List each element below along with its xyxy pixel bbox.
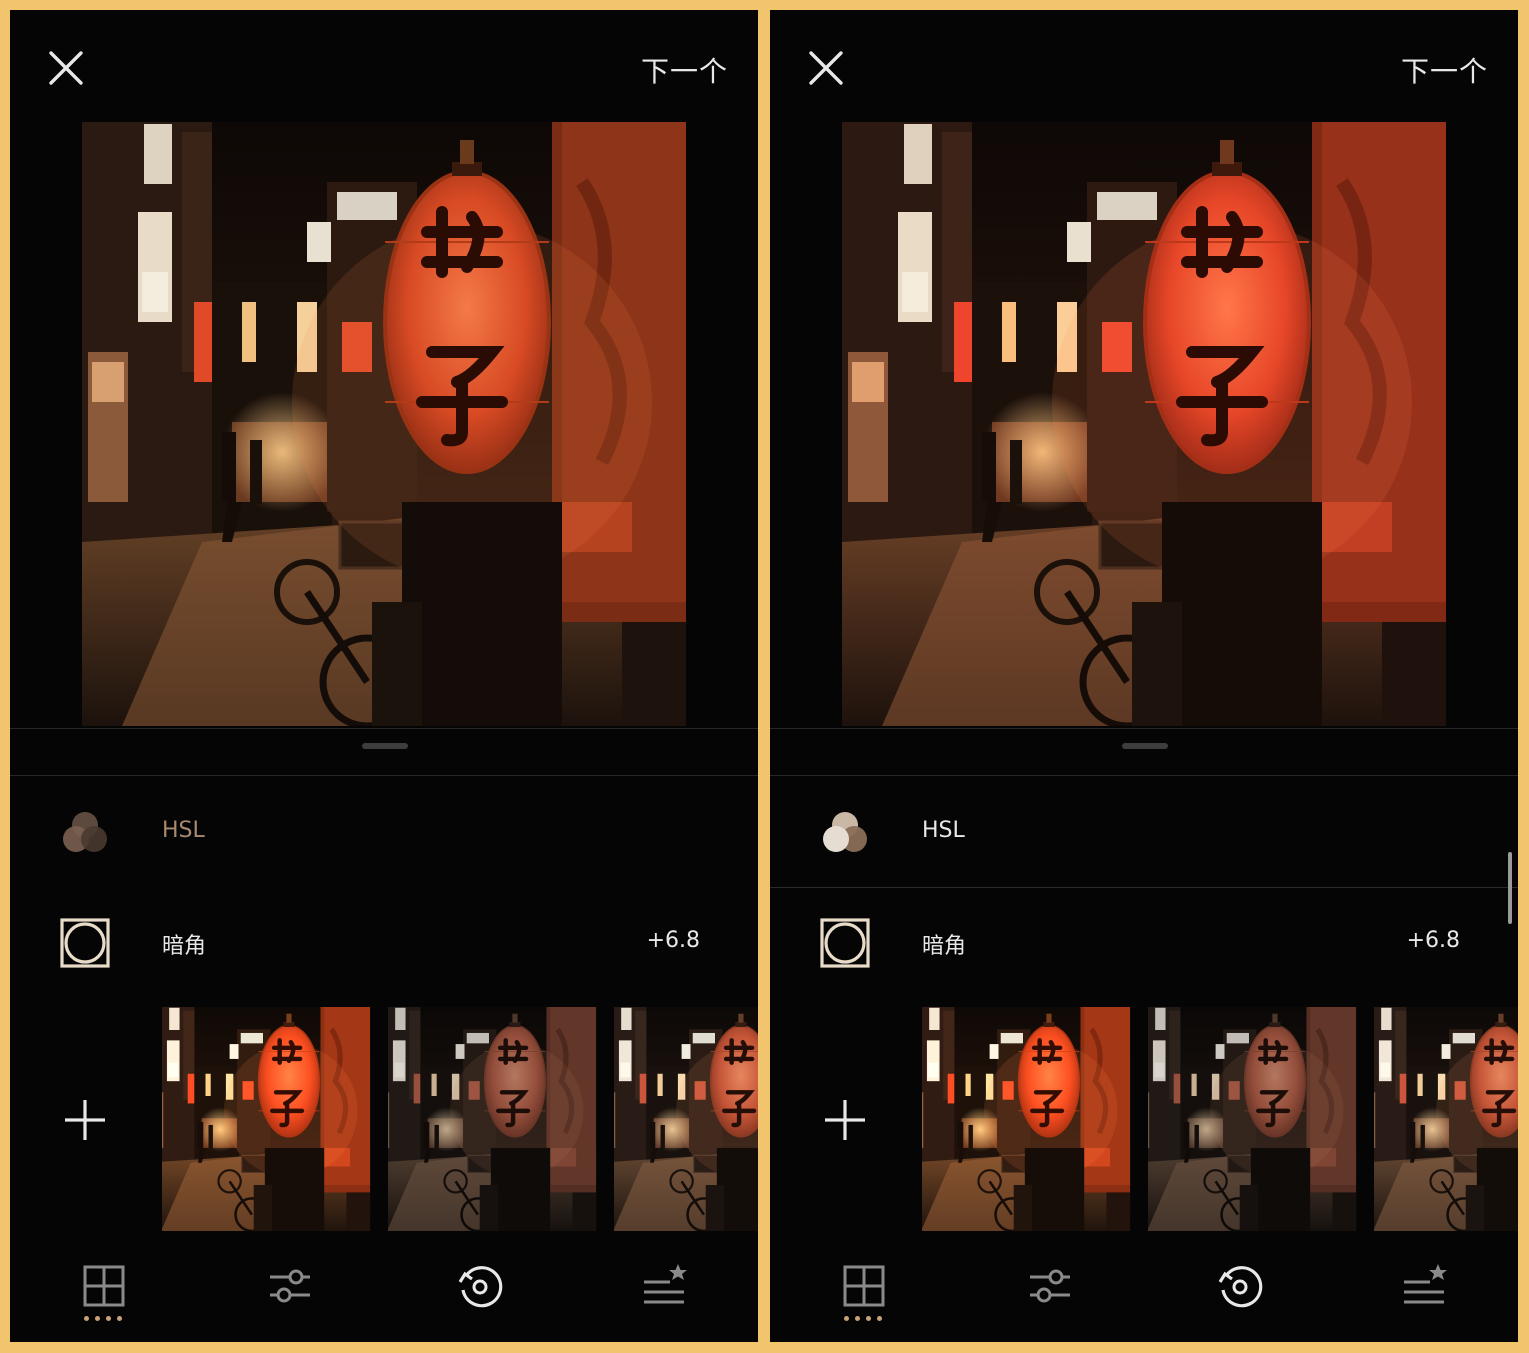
tool-value: +6.8 (646, 928, 700, 953)
tool-row-hsl[interactable]: HSL (770, 778, 1518, 888)
close-icon[interactable] (46, 48, 86, 88)
panel-divider (10, 728, 758, 729)
tool-value: +6.8 (1406, 928, 1460, 953)
presets-grid-icon[interactable] (80, 1262, 128, 1310)
vignette-icon (60, 918, 110, 968)
panel-divider (770, 728, 1518, 729)
preset-thumbnail[interactable] (614, 1007, 758, 1231)
preset-thumbnail[interactable] (388, 1007, 610, 1231)
presets-grid-icon[interactable] (840, 1262, 888, 1310)
close-icon[interactable] (806, 48, 846, 88)
page-dots (84, 1316, 122, 1321)
next-button[interactable]: 下一个 (641, 50, 728, 90)
tool-label: 暗角 (922, 934, 967, 959)
editor-screen-right: 下一个 HSL 暗角 +6.8 (770, 10, 1518, 1342)
tool-label: 暗角 (162, 934, 207, 959)
editor-screen-left: 下一个 HSL 暗角 +6.8 (10, 10, 758, 1342)
adjust-sliders-icon[interactable] (1026, 1262, 1074, 1310)
recipes-icon[interactable] (640, 1262, 688, 1310)
panel-divider (770, 775, 1518, 776)
plus-icon[interactable] (60, 1095, 110, 1145)
preset-thumbnails (162, 1007, 758, 1231)
tool-row-hsl[interactable]: HSL (10, 778, 758, 888)
drawer-handle[interactable] (362, 743, 408, 749)
tool-row-vignette[interactable]: 暗角 +6.8 (10, 888, 758, 998)
panel-divider (10, 775, 758, 776)
history-icon[interactable] (1216, 1262, 1264, 1310)
page-dots (844, 1316, 882, 1321)
scrollbar[interactable] (1508, 852, 1512, 924)
plus-icon[interactable] (820, 1095, 870, 1145)
photo-preview (82, 122, 686, 726)
preset-thumbnail[interactable] (922, 1007, 1144, 1231)
next-button[interactable]: 下一个 (1401, 50, 1488, 90)
tool-row-vignette[interactable]: 暗角 +6.8 (770, 888, 1518, 998)
preset-thumbnails (922, 1007, 1518, 1231)
adjust-sliders-icon[interactable] (266, 1262, 314, 1310)
vignette-icon (820, 918, 870, 968)
hsl-icon (823, 812, 867, 852)
photo-preview (842, 122, 1446, 726)
history-icon[interactable] (456, 1262, 504, 1310)
tool-label: HSL (162, 818, 205, 843)
tool-label: HSL (922, 818, 965, 843)
preset-thumbnail[interactable] (1374, 1007, 1518, 1231)
preset-thumbnail[interactable] (162, 1007, 384, 1231)
hsl-icon (63, 812, 107, 852)
recipes-icon[interactable] (1400, 1262, 1448, 1310)
drawer-handle[interactable] (1122, 743, 1168, 749)
preset-thumbnail[interactable] (1148, 1007, 1370, 1231)
